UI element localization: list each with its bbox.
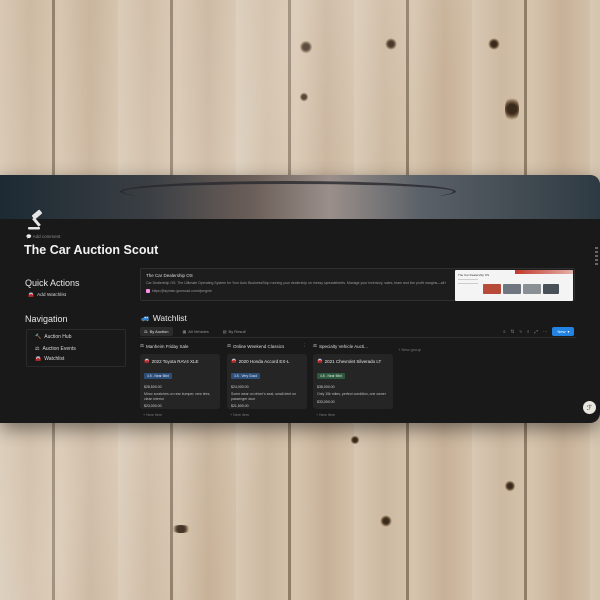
new-item-button[interactable]: + New item — [140, 413, 220, 417]
bookmark-description: Car Dealership OS: The Ultimate Operatin… — [146, 281, 446, 285]
chevron-down-icon: ▾ — [567, 329, 570, 334]
watchlist-title: Watchlist — [152, 313, 187, 323]
nav-item-label: Auction Hub — [44, 334, 72, 340]
card-title-text: 2020 Honda Accord EX-L — [238, 358, 290, 364]
card-title-text: 2021 Chevrolet Silverado LT — [324, 358, 382, 364]
gavel-icon: ⚖ — [313, 343, 318, 348]
add-watchlist-label: Add Watchlist — [36, 293, 67, 298]
card-title: 🚘 2021 Chevrolet Silverado LT — [317, 358, 389, 364]
page-title: The Car Auction Scout — [24, 243, 159, 257]
bookmark-card[interactable]: The Car Dealership OS Car Dealership OS:… — [140, 268, 575, 301]
gavel-icon: ⚖ — [140, 343, 145, 348]
estimate-price: $38,000.00 — [317, 385, 335, 389]
car-icon: 🚘 — [231, 358, 237, 363]
database-toolbar: ≡ ⇅ ϟ ⌕ ⤢ ⋯ New ▾ — [503, 327, 575, 336]
nav-item-auction-hub[interactable]: 🔨 Auction Hub — [35, 334, 71, 340]
card-title: 🚘 2020 Honda Accord EX-L — [231, 358, 303, 364]
bookmark-url: https://jfaymisn.gumroad.com/l/pmgnle — [152, 289, 212, 293]
max-bid-price: $21,500.00 — [231, 404, 249, 409]
condition-badge: 4.5 - Near Mint — [144, 373, 172, 379]
column-name: Manheim Friday Sale — [146, 343, 189, 349]
board-icon: ▤ — [222, 329, 227, 334]
estimate-price: $24,000.00 — [231, 385, 249, 389]
new-item-button[interactable]: + New item — [227, 413, 307, 417]
car-icon: 🚘 — [35, 356, 42, 362]
add-watchlist-button[interactable]: 🚘 Add Watchlist — [28, 293, 66, 298]
navigation-heading: Navigation — [25, 314, 68, 324]
add-comment-button[interactable]: 💬 Add comment — [26, 234, 60, 240]
gavel-icon: ⚖ — [35, 346, 40, 352]
car-icon: 🚘 — [144, 358, 150, 363]
card-notes: Minor scratches on rear bumper, new tire… — [144, 392, 211, 401]
vehicle-card[interactable]: 🚘 2020 Honda Accord EX-L 3.5 - Very Good… — [227, 354, 307, 409]
new-button[interactable]: New ▾ — [552, 327, 575, 336]
estimate-price: $28,500.00 — [144, 385, 162, 389]
column-name: Online Weekend Classics — [233, 343, 285, 349]
navigation-box: 🔨 Auction Hub ⚖ Auction Events 🚘 Watchli… — [26, 329, 126, 367]
new-group-button[interactable]: + New group — [398, 347, 421, 352]
nav-item-label: Auction Events — [42, 346, 76, 352]
tab-label: All Vehicles — [188, 329, 209, 334]
card-title: 🚘 2022 Toyota RAV4 XLE — [144, 358, 216, 364]
nav-item-auction-events[interactable]: ⚖ Auction Events — [35, 346, 76, 352]
add-comment-label: Add comment — [32, 234, 61, 239]
help-icon[interactable]: ℱ — [583, 401, 596, 414]
condition-badge: 3.5 - Very Good — [231, 373, 261, 379]
sort-icon[interactable]: ⇅ — [511, 329, 515, 335]
lightning-icon[interactable]: ϟ — [519, 329, 521, 334]
vehicle-card[interactable]: 🚘 2021 Chevrolet Silverado LT 4.8 - Near… — [313, 354, 393, 409]
search-icon[interactable]: ⌕ — [527, 329, 530, 334]
more-icon[interactable]: ⋮ — [303, 343, 308, 349]
nav-item-watchlist[interactable]: 🚘 Watchlist — [35, 356, 64, 362]
toolbar-divider — [140, 337, 576, 338]
gavel-icon: ⚖ — [227, 343, 232, 348]
car-icon: 🚘 — [317, 358, 323, 363]
new-button-label: New — [557, 329, 566, 334]
comment-icon: 💬 — [26, 234, 32, 239]
condition-badge: 4.8 - Near Mint — [317, 373, 345, 379]
board-column: ⚖ Manheim Friday Sale 🚘 2022 Toyota RAV4… — [140, 341, 220, 417]
tab-label: By Result — [228, 329, 246, 334]
card-title-text: 2022 Toyota RAV4 XLE — [151, 358, 199, 364]
bookmark-link[interactable]: https://jfaymisn.gumroad.com/l/pmgnle — [146, 289, 212, 293]
gavel-icon: ⚖ — [144, 329, 148, 334]
bookmark-title: The Car Dealership OS — [146, 273, 193, 278]
thumbnail-title: The Car Dealership OS — [458, 273, 490, 277]
new-item-button[interactable]: + New item — [313, 413, 393, 417]
column-header[interactable]: ⚖ Specialty Vehicle Aucti... — [313, 341, 393, 351]
tab-by-auction[interactable]: ⚖ By Auction — [140, 327, 173, 336]
column-header[interactable]: ⚖ Online Weekend Classics ⋮ — [227, 341, 307, 351]
bookmark-thumbnail: The Car Dealership OS — [455, 270, 573, 301]
card-notes: Only 15k miles, perfect condition, one o… — [317, 392, 386, 396]
cover-image — [0, 175, 600, 219]
vehicle-card[interactable]: 🚘 2022 Toyota RAV4 XLE 4.5 - Near Mint $… — [140, 354, 220, 409]
max-bid-price: $23,000.00 — [144, 404, 162, 409]
column-name: Specialty Vehicle Aucti... — [319, 343, 368, 349]
filter-icon[interactable]: ≡ — [503, 329, 506, 334]
grid-icon: ▦ — [182, 329, 187, 334]
gumroad-icon — [146, 289, 150, 293]
car-icon: 🚘 — [28, 293, 34, 298]
view-tabs: ⚖ By Auction ▦ All Vehicles ▤ By Result — [140, 327, 250, 336]
tab-label: By Auction — [149, 329, 169, 334]
car-icon: 🚙 — [141, 315, 150, 322]
more-icon[interactable]: ⋯ — [543, 329, 548, 335]
page-outline[interactable] — [595, 247, 598, 265]
tab-all-vehicles[interactable]: ▦ All Vehicles — [179, 327, 213, 336]
expand-icon[interactable]: ⤢ — [534, 329, 538, 334]
tab-by-result[interactable]: ▤ By Result — [219, 327, 250, 336]
watchlist-heading: 🚙 Watchlist — [141, 313, 187, 323]
card-notes: Some wear on driver's seat, small dent o… — [231, 392, 297, 401]
app-window: 💬 Add comment The Car Auction Scout Quic… — [0, 175, 600, 423]
max-bid-price: $33,000.00 — [317, 399, 335, 404]
quick-actions-heading: Quick Actions — [25, 278, 80, 288]
column-header[interactable]: ⚖ Manheim Friday Sale — [140, 341, 220, 351]
hammer-icon: 🔨 — [35, 334, 42, 340]
board-column: ⚖ Online Weekend Classics ⋮ 🚘 2020 Honda… — [227, 341, 307, 417]
board-column: ⚖ Specialty Vehicle Aucti... 🚘 2021 Chev… — [313, 341, 393, 417]
nav-item-label: Watchlist — [44, 356, 65, 362]
gavel-icon[interactable] — [26, 209, 48, 231]
